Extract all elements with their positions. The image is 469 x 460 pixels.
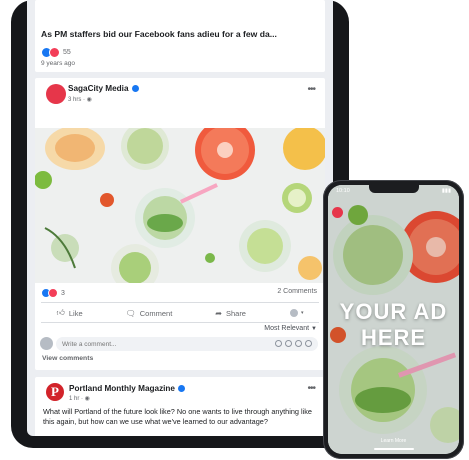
post-headline[interactable]: As PM staffers bid our Facebook fans adi… — [41, 29, 277, 39]
page-name-text[interactable]: SagaCity Media — [68, 84, 129, 93]
reaction-count: 55 — [63, 49, 71, 56]
reactions-summary[interactable]: 55 — [41, 47, 71, 58]
post-meta: 1 hr · ◉ — [69, 395, 90, 402]
emoji-icon[interactable] — [275, 340, 282, 347]
profile-thumb-icon — [288, 308, 299, 318]
chevron-down-icon: ▾ — [300, 310, 304, 316]
previous-post-card[interactable]: As PM staffers bid our Facebook fans adi… — [35, 0, 325, 72]
story-ad-screen[interactable]: 10:10 ▮▮▮ YOUR AD HERE Learn More — [328, 185, 459, 454]
divider — [41, 302, 319, 303]
drinks-photo — [35, 128, 325, 283]
current-user-avatar — [40, 337, 53, 350]
post-text: What will Portland of the future look li… — [43, 407, 312, 426]
advertiser-avatar[interactable] — [332, 207, 343, 218]
verified-badge-icon — [131, 85, 139, 93]
facebook-feed[interactable]: As PM staffers bid our Facebook fans adi… — [27, 0, 333, 436]
sagacity-post-card: SagaCity Media 3 hrs · ◉ ••• 3 2 Comment… — [35, 78, 325, 370]
audience-selector[interactable]: ▾ — [288, 308, 304, 318]
comment-sort-dropdown[interactable]: Most Relevant ▼ — [264, 325, 317, 332]
post-time: 9 years ago — [41, 60, 75, 67]
caret-down-icon: ▼ — [311, 326, 317, 332]
tablet-device: As PM staffers bid our Facebook fans adi… — [11, 0, 349, 448]
verified-badge-icon — [178, 385, 185, 393]
comment-label: Comment — [139, 308, 173, 318]
comments-count-link[interactable]: 2 Comments — [277, 288, 317, 295]
comment-bubble-icon: 🗨︎ — [125, 308, 136, 318]
more-options-icon[interactable]: ••• — [307, 84, 315, 95]
like-button[interactable]: 👍︎ Like — [56, 308, 82, 318]
page-name[interactable]: SagaCity Media — [68, 84, 139, 93]
post-time: 3 hrs · — [68, 97, 87, 103]
reactions-summary[interactable]: 3 — [41, 288, 65, 298]
sort-label: Most Relevant — [264, 325, 310, 332]
comment-tools — [275, 340, 312, 347]
comment-button[interactable]: 🗨︎ Comment — [126, 309, 173, 318]
post-photo-drinks[interactable] — [35, 128, 325, 283]
page-name-text[interactable]: Portland Monthly Magazine — [69, 384, 175, 393]
like-label: Like — [68, 308, 83, 318]
page-name[interactable]: Portland Monthly Magazine — [69, 384, 185, 393]
learn-more-button[interactable]: Learn More — [328, 438, 459, 444]
thumbs-up-icon: 👍︎ — [56, 308, 65, 317]
love-reaction-icon — [48, 288, 58, 298]
home-indicator — [374, 448, 414, 450]
comment-input[interactable] — [62, 339, 212, 349]
share-label: Share — [225, 308, 246, 318]
view-comments-link[interactable]: View comments — [42, 355, 93, 362]
divider — [41, 322, 319, 323]
page-avatar[interactable] — [46, 84, 66, 104]
camera-icon[interactable] — [285, 340, 292, 347]
gif-icon[interactable] — [295, 340, 302, 347]
love-reaction-icon — [49, 47, 60, 58]
ad-headline-line2: HERE — [360, 325, 427, 350]
reaction-count: 3 — [61, 289, 65, 297]
globe-icon: ◉ — [84, 396, 90, 402]
post-time: 1 hr · — [69, 396, 85, 402]
share-arrow-icon: ➦ — [215, 308, 222, 318]
phone-device: 10:10 ▮▮▮ YOUR AD HERE Learn More — [323, 180, 464, 459]
sticker-icon[interactable] — [305, 340, 312, 347]
globe-icon: ◉ — [86, 97, 92, 103]
post-meta: 3 hrs · ◉ — [68, 96, 92, 103]
share-button[interactable]: ➦ Share — [215, 309, 246, 318]
battery-icon: ▮▮▮ — [441, 188, 451, 194]
portland-monthly-logo[interactable]: P — [46, 383, 64, 401]
post-actions: 👍︎ Like 🗨︎ Comment ➦ Share ▾ — [35, 305, 325, 321]
phone-notch — [369, 185, 419, 193]
more-options-icon[interactable]: ••• — [307, 383, 315, 394]
ad-headline-line1: YOUR AD — [339, 299, 448, 324]
portland-post-card: P Portland Monthly Magazine 1 hr · ◉ •••… — [35, 377, 325, 436]
status-time: 10:10 — [336, 188, 350, 194]
comment-box — [56, 337, 318, 351]
